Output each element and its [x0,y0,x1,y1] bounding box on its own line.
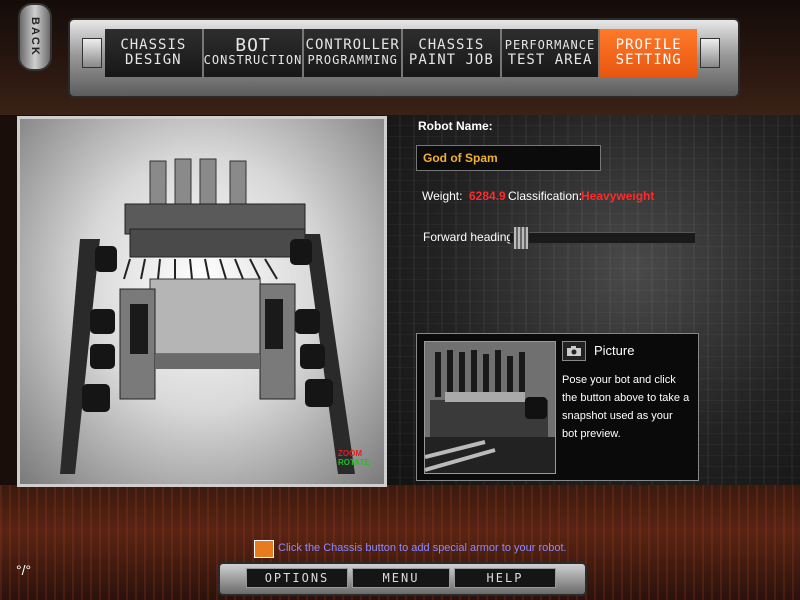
tab-label-line2: SETTING [615,52,682,68]
tab-controller-programming[interactable]: CONTROLLER PROGRAMMING [304,29,404,77]
tab-performance-test-area[interactable]: PERFORMANCE TEST AREA [501,29,601,77]
tab-label-line2: CONSTRUCTION [203,53,303,67]
menu-button[interactable]: MENU [352,568,450,588]
forward-heading-label: Forward heading: [423,230,517,244]
zoom-rotate-hint: ZOOM ROTATE [338,449,370,467]
tab-profile-setting[interactable]: PROFILE SETTING [600,29,697,77]
classification-value: Heavyweight [581,189,655,203]
tab-label-line2: DESIGN [125,52,182,68]
tab-label-line1: PROFILE [615,37,682,53]
zoom-label: ZOOM [338,449,362,458]
forward-heading-track[interactable] [510,232,695,243]
weight-value: 6284.9 [469,189,506,203]
tips-icon [254,540,274,558]
tip-text: Click the Chassis button to add special … [278,542,567,554]
tab-label-line2: TEST AREA [507,52,593,68]
tab-label-line2: PROGRAMMING [307,53,398,67]
forward-heading-slider[interactable] [513,226,529,250]
robot-name-label: Robot Name: [418,119,493,133]
help-button[interactable]: HELP [454,568,556,588]
tab-label-line1: CHASSIS [418,37,485,53]
camera-icon [567,346,581,356]
robot-3d-preview[interactable]: ZOOM ROTATE [17,116,387,487]
robot-render [60,158,355,474]
tab-label-line1: CHASSIS [120,37,187,53]
tab-bot-construction[interactable]: BOT CONSTRUCTION [203,29,305,77]
nav-left-cap [82,38,102,68]
tab-label-line2: PAINT JOB [408,52,494,68]
options-button[interactable]: OPTIONS [246,568,348,588]
take-snapshot-button[interactable] [562,341,586,361]
back-button-label: BACK [29,17,41,57]
tab-label-line1: BOT [235,35,271,56]
picture-title: Picture [594,343,635,358]
picture-description: Pose your bot and click the button above… [562,374,690,440]
tab-chassis-design[interactable]: CHASSIS DESIGN [105,29,204,77]
tab-chassis-paint-job[interactable]: CHASSIS PAINT JOB [403,29,502,77]
robot-name-input[interactable]: God of Spam [416,145,601,171]
tab-label-line1: PERFORMANCE [504,38,596,52]
main-nav: CHASSIS DESIGN BOT CONSTRUCTION CONTROLL… [105,29,697,77]
rotate-label: ROTATE [338,458,370,467]
classification-label: Classification: [508,189,583,203]
nav-right-cap [700,38,720,68]
weight-label: Weight: [422,189,463,203]
robot-snapshot-preview [424,341,556,474]
tab-label-line1: CONTROLLER [305,37,400,53]
loading-indicator-icon: °/° [16,562,32,578]
back-button[interactable]: BACK [18,3,52,71]
